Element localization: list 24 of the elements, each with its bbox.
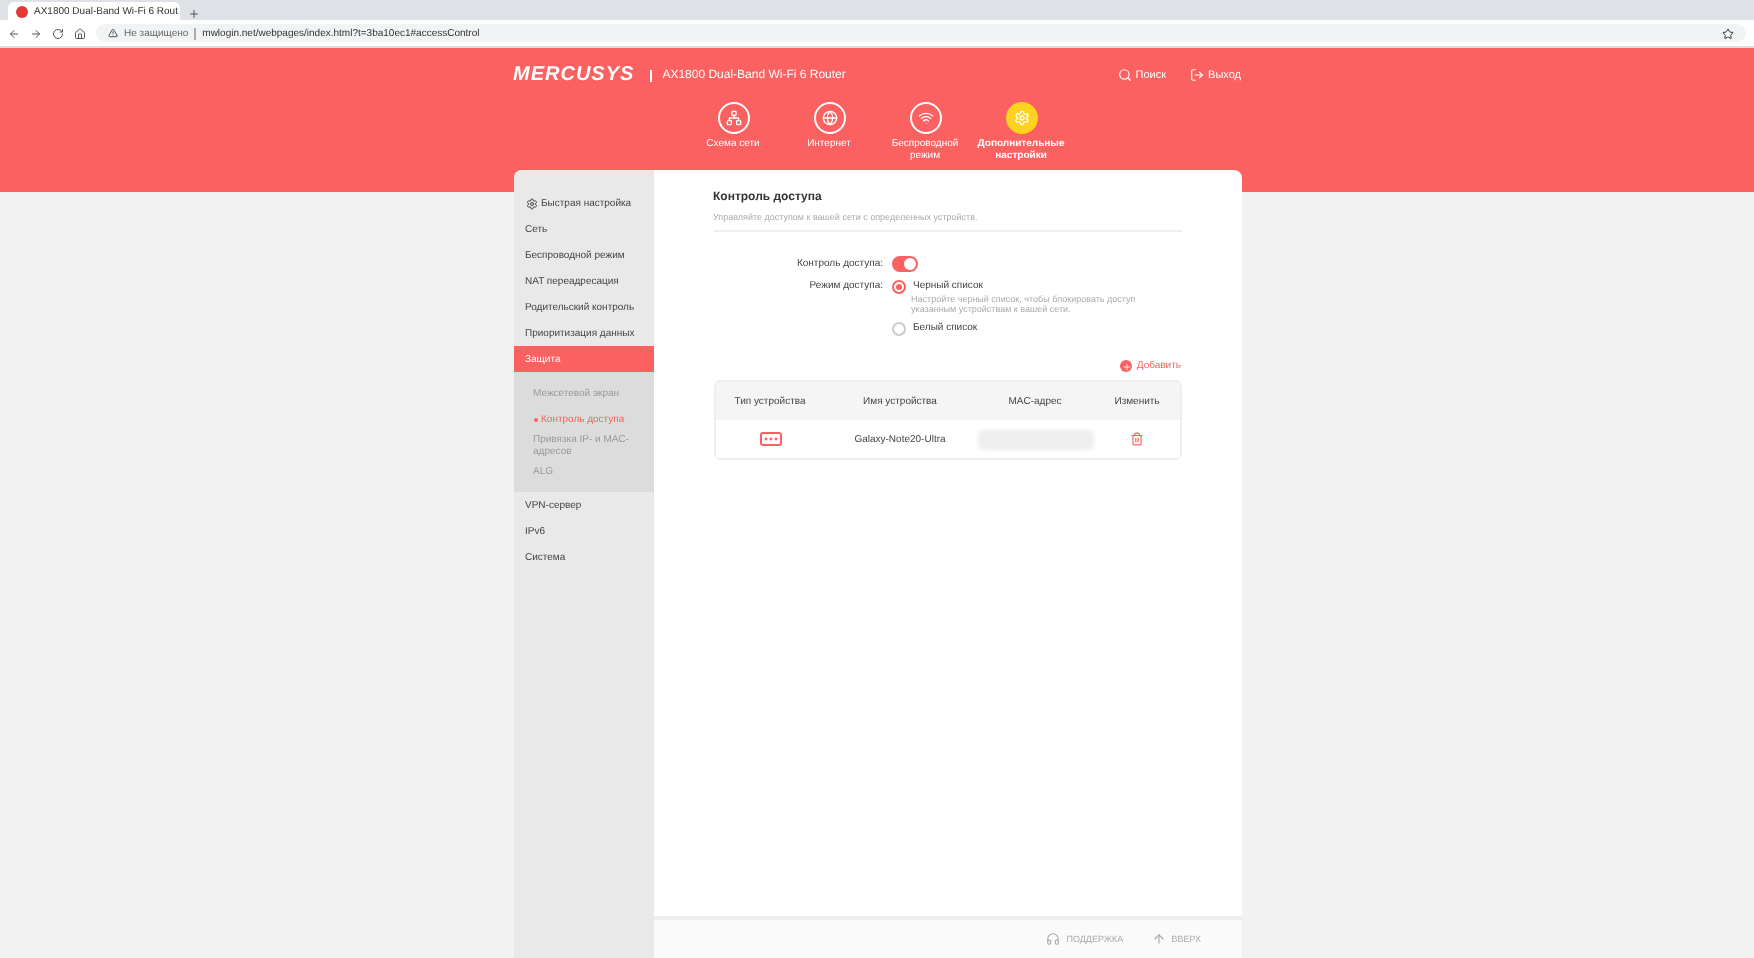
arrow-up-icon — [1151, 932, 1166, 946]
forward-icon[interactable] — [30, 27, 42, 39]
warning-icon — [108, 28, 118, 38]
headset-icon — [1046, 932, 1061, 946]
radio-button[interactable] — [891, 279, 905, 293]
back-icon[interactable] — [8, 27, 20, 39]
logo: MERCUSYS — [513, 64, 635, 86]
reload-icon[interactable] — [52, 27, 64, 39]
toggle-switch[interactable] — [891, 256, 917, 272]
globe-icon — [821, 110, 837, 126]
search-icon — [1117, 68, 1132, 82]
new-tab-icon[interactable] — [188, 8, 200, 20]
logout-icon — [1190, 68, 1205, 82]
delete-icon[interactable] — [1130, 432, 1144, 446]
star-icon[interactable] — [1722, 27, 1734, 39]
gear-icon — [1013, 110, 1029, 126]
gear-icon — [525, 197, 537, 209]
wifi-icon — [917, 110, 933, 126]
plus-icon — [1120, 360, 1133, 372]
favicon-icon — [16, 5, 28, 17]
device-icon — [759, 432, 781, 446]
radio-button[interactable] — [891, 321, 905, 335]
network-icon — [725, 110, 741, 126]
home-icon[interactable] — [74, 27, 86, 39]
